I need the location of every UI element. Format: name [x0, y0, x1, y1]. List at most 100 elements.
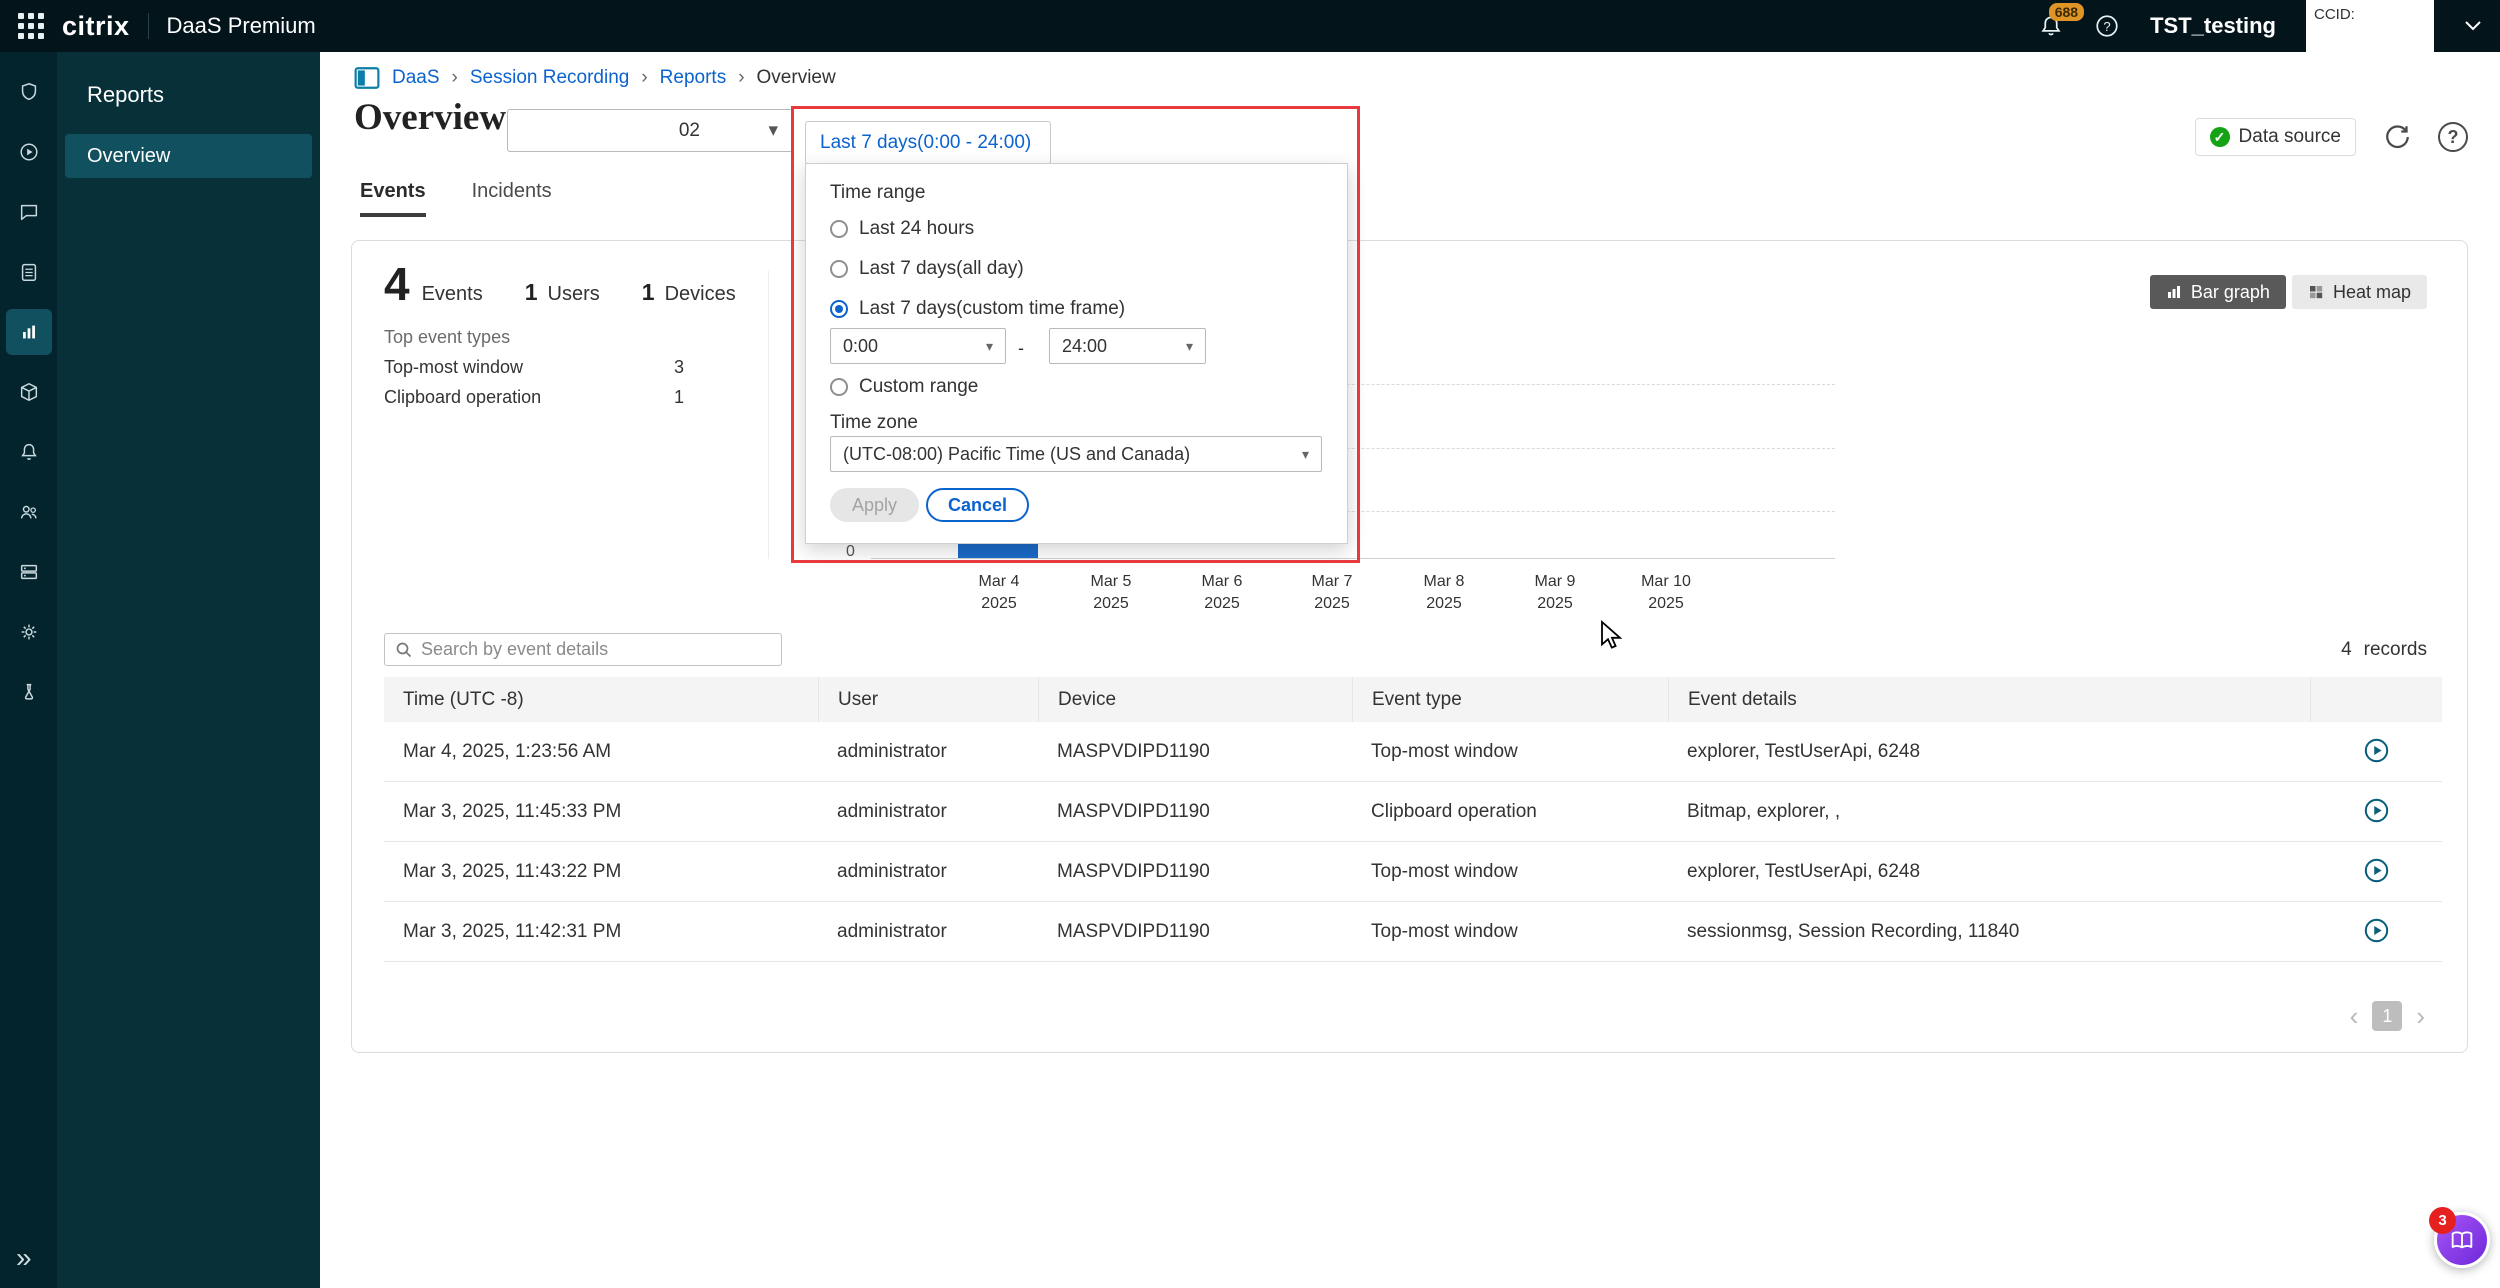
- option-last-7-days-all-day[interactable]: Last 7 days(all day): [830, 258, 1024, 280]
- top-event-types: Top event types Top-most window 3 Clipbo…: [384, 327, 684, 408]
- rail-item-dashboard[interactable]: [0, 62, 57, 122]
- pagination-page-1[interactable]: 1: [2372, 1001, 2402, 1031]
- rail-item-reports[interactable]: [0, 302, 57, 362]
- pagination-prev-icon[interactable]: ‹: [2350, 1003, 2359, 1029]
- search-icon: [395, 641, 413, 659]
- breadcrumb-reports[interactable]: Reports: [660, 67, 727, 89]
- table-row: Mar 4, 2025, 1:23:56 AM administrator MA…: [384, 722, 2442, 782]
- apply-button[interactable]: Apply: [830, 488, 919, 522]
- assistant-button[interactable]: 3: [2434, 1212, 2490, 1268]
- cell-device: MASPVDIPD1190: [1038, 921, 1352, 943]
- play-session-icon: [6, 129, 52, 175]
- table-row: Mar 3, 2025, 11:45:33 PM administrator M…: [384, 782, 2442, 842]
- devices-count-label: Devices: [665, 283, 736, 306]
- cell-device: MASPVDIPD1190: [1038, 741, 1352, 763]
- ccid-label: CCID:: [2314, 6, 2355, 23]
- events-card: 4 Events 1 Users 1 Devices Top event typ…: [351, 240, 2468, 1053]
- radio-icon: [830, 260, 848, 278]
- rail-item-labs[interactable]: [0, 662, 57, 722]
- search-input[interactable]: [421, 639, 781, 660]
- data-source-button[interactable]: ✓ Data source: [2195, 118, 2356, 156]
- topbar-help-button[interactable]: ?: [2094, 13, 2120, 39]
- account-menu[interactable]: TST_testing: [2150, 13, 2276, 39]
- col-header-time: Time (UTC -8): [384, 677, 818, 722]
- top-event-type-row: Top-most window 3: [384, 357, 684, 378]
- breadcrumb-daas[interactable]: DaaS: [392, 67, 440, 89]
- notifications-button[interactable]: 688: [2038, 13, 2064, 39]
- play-circle-icon: [2363, 797, 2390, 824]
- expand-rail-icon[interactable]: »: [16, 1242, 32, 1274]
- top-event-type-row: Clipboard operation 1: [384, 387, 684, 408]
- cell-device: MASPVDIPD1190: [1038, 801, 1352, 823]
- rail-item-feedback[interactable]: [0, 182, 57, 242]
- play-circle-icon: [2363, 737, 2390, 764]
- cell-event-type: Clipboard operation: [1352, 801, 1668, 823]
- rail-item-infrastructure[interactable]: [0, 542, 57, 602]
- rail-item-alerts[interactable]: [0, 422, 57, 482]
- citrix-logo: citrix: [62, 11, 130, 42]
- chevron-down-icon: ▾: [1186, 338, 1193, 355]
- sidebar-item-label: Overview: [87, 145, 170, 168]
- scope-select[interactable]: 02 ▾: [507, 109, 793, 152]
- play-recording-button[interactable]: [2363, 797, 2390, 827]
- range-separator: -: [1018, 338, 1024, 359]
- time-range-dropdown-button[interactable]: Last 7 days(0:00 - 24:00): [805, 121, 1051, 164]
- breadcrumb-session-recording[interactable]: Session Recording: [470, 67, 629, 89]
- bar-graph-button[interactable]: Bar graph: [2150, 275, 2286, 309]
- users-icon: [6, 489, 52, 535]
- event-search: [384, 633, 782, 666]
- main-content: DaaS › Session Recording › Reports › Ove…: [320, 52, 2500, 1288]
- option-last-7-days-custom[interactable]: Last 7 days(custom time frame): [830, 298, 1125, 320]
- tab-incidents[interactable]: Incidents: [472, 180, 552, 217]
- notification-count-badge: 688: [2049, 3, 2084, 21]
- refresh-button[interactable]: [2382, 122, 2412, 152]
- page-help-button[interactable]: ?: [2438, 122, 2468, 152]
- play-recording-button[interactable]: [2363, 917, 2390, 947]
- rail-item-activity-log[interactable]: [0, 242, 57, 302]
- x-tick-label: Mar 42025: [949, 571, 1049, 614]
- cancel-button[interactable]: Cancel: [926, 488, 1029, 522]
- rail-item-users[interactable]: [0, 482, 57, 542]
- option-custom-range[interactable]: Custom range: [830, 376, 978, 398]
- tab-events[interactable]: Events: [360, 180, 426, 217]
- sidebar-item-overview[interactable]: Overview: [65, 134, 312, 178]
- pagination-next-icon[interactable]: ›: [2416, 1003, 2425, 1029]
- time-zone-select[interactable]: (UTC-08:00) Pacific Time (US and Canada)…: [830, 436, 1322, 472]
- rail-item-applications[interactable]: [0, 362, 57, 422]
- app-switcher-icon[interactable]: [18, 13, 44, 39]
- event-type-count: 3: [674, 357, 684, 378]
- records-label: records: [2364, 639, 2427, 661]
- cell-event-details: explorer, TestUserApi, 6248: [1668, 861, 2310, 883]
- play-recording-button[interactable]: [2363, 857, 2390, 887]
- col-header-device: Device: [1038, 677, 1352, 722]
- cell-time: Mar 3, 2025, 11:42:31 PM: [384, 921, 818, 943]
- event-type-name: Clipboard operation: [384, 387, 541, 408]
- refresh-icon: [2382, 122, 2412, 152]
- event-type-count: 1: [674, 387, 684, 408]
- breadcrumb-separator: ›: [452, 67, 458, 89]
- cell-event-details: sessionmsg, Session Recording, 11840: [1668, 921, 2310, 943]
- heat-map-label: Heat map: [2333, 282, 2411, 303]
- panel-layout-icon: [354, 66, 380, 90]
- topbar: citrix DaaS Premium 688 ? TST_testing CC…: [0, 0, 2500, 52]
- table-header-row: Time (UTC -8) User Device Event type Eve…: [384, 677, 2442, 722]
- chevron-down-icon: ▾: [986, 338, 993, 355]
- radio-label: Last 7 days(custom time frame): [859, 298, 1125, 320]
- account-chevron-down-icon[interactable]: [2464, 15, 2482, 37]
- records-count: 4: [2341, 639, 2352, 661]
- col-header-actions: [2310, 677, 2442, 722]
- end-time-value: 24:00: [1062, 336, 1107, 357]
- option-last-24-hours[interactable]: Last 24 hours: [830, 218, 974, 240]
- users-count: 1: [525, 279, 538, 306]
- reports-sidebar: Reports Overview: [57, 52, 320, 1288]
- start-time-select[interactable]: 0:00 ▾: [830, 328, 1006, 364]
- assistant-badge: 3: [2429, 1207, 2456, 1234]
- cell-event-details: Bitmap, explorer, ,: [1668, 801, 2310, 823]
- rail-item-settings[interactable]: [0, 602, 57, 662]
- play-recording-button[interactable]: [2363, 737, 2390, 767]
- rail-item-sessions[interactable]: [0, 122, 57, 182]
- data-source-label: Data source: [2239, 126, 2341, 148]
- heat-map-button[interactable]: Heat map: [2292, 275, 2427, 309]
- end-time-select[interactable]: 24:00 ▾: [1049, 328, 1206, 364]
- records-summary: 4 records: [2341, 639, 2427, 661]
